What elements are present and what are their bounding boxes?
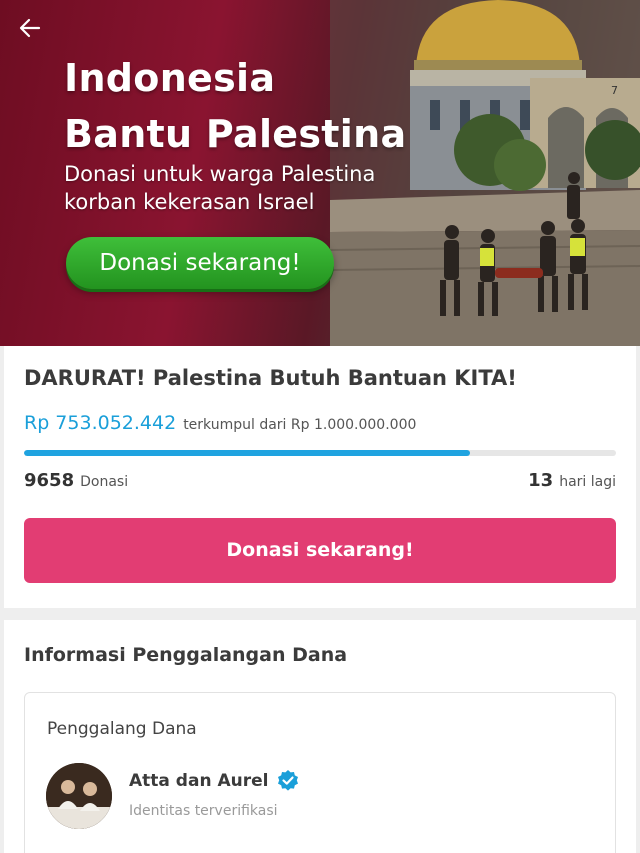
donate-now-button[interactable]: Donasi sekarang!	[24, 518, 616, 583]
donation-progress-fill	[24, 450, 470, 456]
avatar-photo	[46, 763, 112, 829]
fundraiser-card[interactable]: Penggalang Dana Atta dan Aurel Identitas…	[24, 692, 616, 853]
raised-row: Rp 753.052.442 terkumpul dari Rp 1.000.0…	[24, 412, 416, 434]
campaign-page: 7 Indonesia Bantu Palestina Donasi untuk…	[0, 0, 640, 853]
raised-target: terkumpul dari Rp 1.000.000.000	[183, 417, 417, 433]
raised-amount: Rp 753.052.442	[24, 412, 177, 434]
banner-title: Indonesia Bantu Palestina	[64, 50, 406, 162]
days-remaining-value: 13	[528, 470, 554, 491]
arrow-left-icon	[19, 18, 41, 38]
back-button[interactable]	[14, 12, 46, 44]
donation-count: 9658 Donasi	[24, 470, 128, 491]
fundraiser-name-row: Atta dan Aurel	[129, 769, 300, 793]
days-remaining-label: hari lagi	[559, 474, 616, 490]
donation-progress-bar	[24, 450, 616, 456]
verified-badge-icon	[276, 769, 300, 793]
banner-title-line2: Bantu Palestina	[64, 112, 407, 156]
fundraiser-label: Penggalang Dana	[47, 719, 197, 739]
campaign-summary-card: DARURAT! Palestina Butuh Bantuan KITA! R…	[4, 346, 636, 608]
sign-number: 7	[611, 84, 618, 97]
banner-subtitle: Donasi untuk warga Palestina korban keke…	[64, 162, 376, 214]
banner-donate-button[interactable]: Donasi sekarang!	[66, 237, 334, 289]
donation-count-value: 9658	[24, 470, 75, 491]
fundraising-info-section: Informasi Penggalangan Dana Penggalang D…	[4, 620, 636, 853]
donation-count-label: Donasi	[80, 474, 129, 490]
days-remaining: 13 hari lagi	[528, 470, 616, 491]
fundraiser-avatar[interactable]	[46, 763, 112, 829]
campaign-banner: 7 Indonesia Bantu Palestina Donasi untuk…	[0, 0, 640, 346]
section-title: Informasi Penggalangan Dana	[24, 644, 348, 666]
banner-title-line1: Indonesia	[64, 56, 276, 100]
fundraiser-name[interactable]: Atta dan Aurel	[129, 771, 268, 791]
campaign-title: DARURAT! Palestina Butuh Bantuan KITA!	[24, 366, 517, 390]
fundraiser-verified-status: Identitas terverifikasi	[129, 803, 278, 819]
